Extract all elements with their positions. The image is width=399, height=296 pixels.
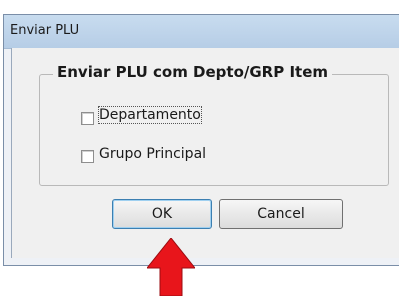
grupo-principal-label[interactable]: Grupo Principal	[99, 146, 206, 162]
group-box	[39, 74, 389, 186]
departamento-checkbox[interactable]	[81, 112, 94, 125]
cancel-button[interactable]: Cancel	[219, 199, 343, 229]
dialog-titlebar[interactable]: Enviar PLU	[4, 15, 399, 49]
departamento-label[interactable]: Departamento	[98, 106, 202, 124]
grupo-principal-checkbox[interactable]	[81, 150, 94, 163]
ok-button[interactable]: OK	[112, 199, 212, 229]
dialog-title: Enviar PLU	[10, 23, 80, 38]
red-arrow-shape	[147, 238, 195, 296]
group-box-title: Enviar PLU com Depto/GRP Item	[53, 63, 333, 81]
red-arrow-icon	[147, 238, 195, 296]
